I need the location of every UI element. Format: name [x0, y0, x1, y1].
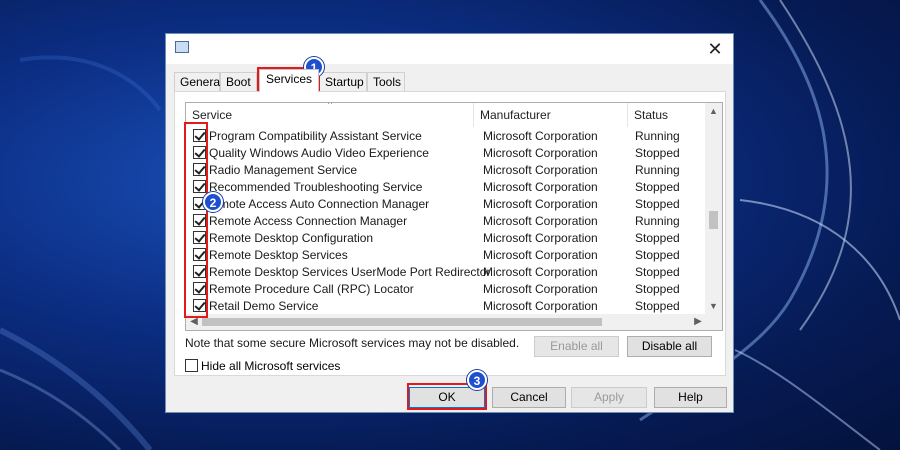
service-status: Stopped: [635, 248, 680, 262]
service-status: Running: [635, 129, 680, 143]
service-status: Stopped: [635, 197, 680, 211]
hide-microsoft-services-label[interactable]: Hide all Microsoft services: [201, 359, 340, 373]
scroll-down-arrow-icon[interactable]: ▼: [705, 298, 722, 315]
column-header-manufacturer[interactable]: Manufacturer: [474, 103, 628, 127]
table-row[interactable]: Remote Procedure Call (RPC) Locator Micro…: [186, 281, 706, 298]
service-name: Remote Access Connection Manager: [209, 214, 408, 228]
title-bar: ✕: [166, 34, 733, 64]
service-name: Retail Demo Service: [209, 299, 319, 313]
list-header: ^ Service Manufacturer Status: [186, 103, 706, 127]
disable-all-button[interactable]: Disable all: [627, 336, 712, 357]
column-header-service[interactable]: Service: [186, 103, 474, 127]
service-checkbox[interactable]: [193, 129, 206, 142]
service-manufacturer: Microsoft Corporation: [483, 248, 598, 262]
vertical-scrollbar[interactable]: ▲ ▼: [705, 103, 722, 315]
table-row[interactable]: Quality Windows Audio Video Experience Mi…: [186, 145, 706, 162]
table-row[interactable]: Recommended Troubleshooting Service Micro…: [186, 179, 706, 196]
service-name: Quality Windows Audio Video Experience: [209, 146, 429, 160]
service-status: Stopped: [635, 146, 680, 160]
table-row[interactable]: Remote Desktop Services UserMode Port Re…: [186, 264, 706, 281]
cancel-button[interactable]: Cancel: [492, 387, 566, 408]
service-manufacturer: Microsoft Corporation: [483, 282, 598, 296]
service-manufacturer: Microsoft Corporation: [483, 197, 598, 211]
secure-services-note: Note that some secure Microsoft services…: [185, 336, 520, 350]
service-manufacturer: Microsoft Corporation: [483, 180, 598, 194]
table-row[interactable]: Program Compatibility Assistant Service M…: [186, 128, 706, 145]
service-checkbox[interactable]: [193, 163, 206, 176]
horizontal-scrollbar[interactable]: ◀ ▶: [186, 314, 706, 330]
table-row[interactable]: Remote Desktop Services Microsoft Corpora…: [186, 247, 706, 264]
service-manufacturer: Microsoft Corporation: [483, 265, 598, 279]
table-row[interactable]: Radio Management Service Microsoft Corpor…: [186, 162, 706, 179]
table-row[interactable]: Retail Demo Service Microsoft Corporation…: [186, 298, 706, 315]
msconfig-icon: [175, 41, 189, 53]
system-configuration-dialog: ✕ General Boot Services Startup Tools ^ …: [165, 33, 734, 413]
help-button[interactable]: Help: [654, 387, 727, 408]
table-row[interactable]: mote Access Auto Connection Manager Micro…: [186, 196, 706, 213]
tab-boot[interactable]: Boot: [220, 72, 257, 91]
vertical-scroll-thumb[interactable]: [709, 211, 718, 229]
service-checkbox[interactable]: [193, 265, 206, 278]
service-status: Stopped: [635, 299, 680, 313]
services-list: ^ Service Manufacturer Status Program Co…: [185, 102, 723, 331]
scrollbar-corner: [705, 314, 722, 330]
service-status: Running: [635, 214, 680, 228]
service-manufacturer: Microsoft Corporation: [483, 299, 598, 313]
tab-startup[interactable]: Startup: [319, 72, 367, 91]
scroll-up-arrow-icon[interactable]: ▲: [705, 103, 722, 120]
service-name: mote Access Auto Connection Manager: [219, 197, 430, 211]
service-status: Stopped: [635, 180, 680, 194]
service-name: Remote Desktop Services UserMode Port Re…: [209, 265, 491, 279]
enable-all-button[interactable]: Enable all: [534, 336, 619, 357]
service-status: Running: [635, 163, 680, 177]
scroll-right-arrow-icon[interactable]: ▶: [690, 314, 706, 330]
services-panel: ^ Service Manufacturer Status Program Co…: [174, 91, 726, 376]
service-checkbox[interactable]: [193, 214, 206, 227]
service-status: Stopped: [635, 265, 680, 279]
table-row[interactable]: Remote Desktop Configuration Microsoft Co…: [186, 230, 706, 247]
service-name: Recommended Troubleshooting Service: [209, 180, 423, 194]
hide-microsoft-services-checkbox[interactable]: [185, 359, 198, 372]
service-checkbox[interactable]: [193, 231, 206, 244]
service-name: Remote Desktop Services: [209, 248, 348, 262]
service-manufacturer: Microsoft Corporation: [483, 231, 598, 245]
step-badge-2: 2: [203, 192, 223, 212]
service-name: Radio Management Service: [209, 163, 358, 177]
service-manufacturer: Microsoft Corporation: [483, 163, 598, 177]
ok-button[interactable]: OK: [409, 387, 485, 408]
step-badge-3: 3: [467, 370, 487, 390]
service-checkbox[interactable]: [193, 248, 206, 261]
tab-services[interactable]: Services: [259, 69, 319, 92]
service-checkbox[interactable]: [193, 180, 206, 193]
tab-tools[interactable]: Tools: [367, 72, 405, 91]
close-icon[interactable]: ✕: [703, 38, 727, 60]
service-manufacturer: Microsoft Corporation: [483, 129, 598, 143]
table-row[interactable]: Remote Access Connection Manager Microsof…: [186, 213, 706, 230]
service-status: Stopped: [635, 231, 680, 245]
horizontal-scroll-thumb[interactable]: [202, 318, 602, 326]
column-header-status[interactable]: Status: [628, 103, 706, 127]
service-checkbox[interactable]: [193, 282, 206, 295]
scroll-left-arrow-icon[interactable]: ◀: [186, 314, 202, 330]
service-name: Remote Desktop Configuration: [209, 231, 374, 245]
tab-general[interactable]: General: [174, 72, 223, 91]
service-name: Remote Procedure Call (RPC) Locator: [209, 282, 414, 296]
service-manufacturer: Microsoft Corporation: [483, 214, 598, 228]
service-checkbox[interactable]: [193, 299, 206, 312]
service-checkbox[interactable]: [193, 146, 206, 159]
service-manufacturer: Microsoft Corporation: [483, 146, 598, 160]
service-status: Stopped: [635, 282, 680, 296]
service-name: Program Compatibility Assistant Service: [209, 129, 422, 143]
apply-button[interactable]: Apply: [571, 387, 647, 408]
